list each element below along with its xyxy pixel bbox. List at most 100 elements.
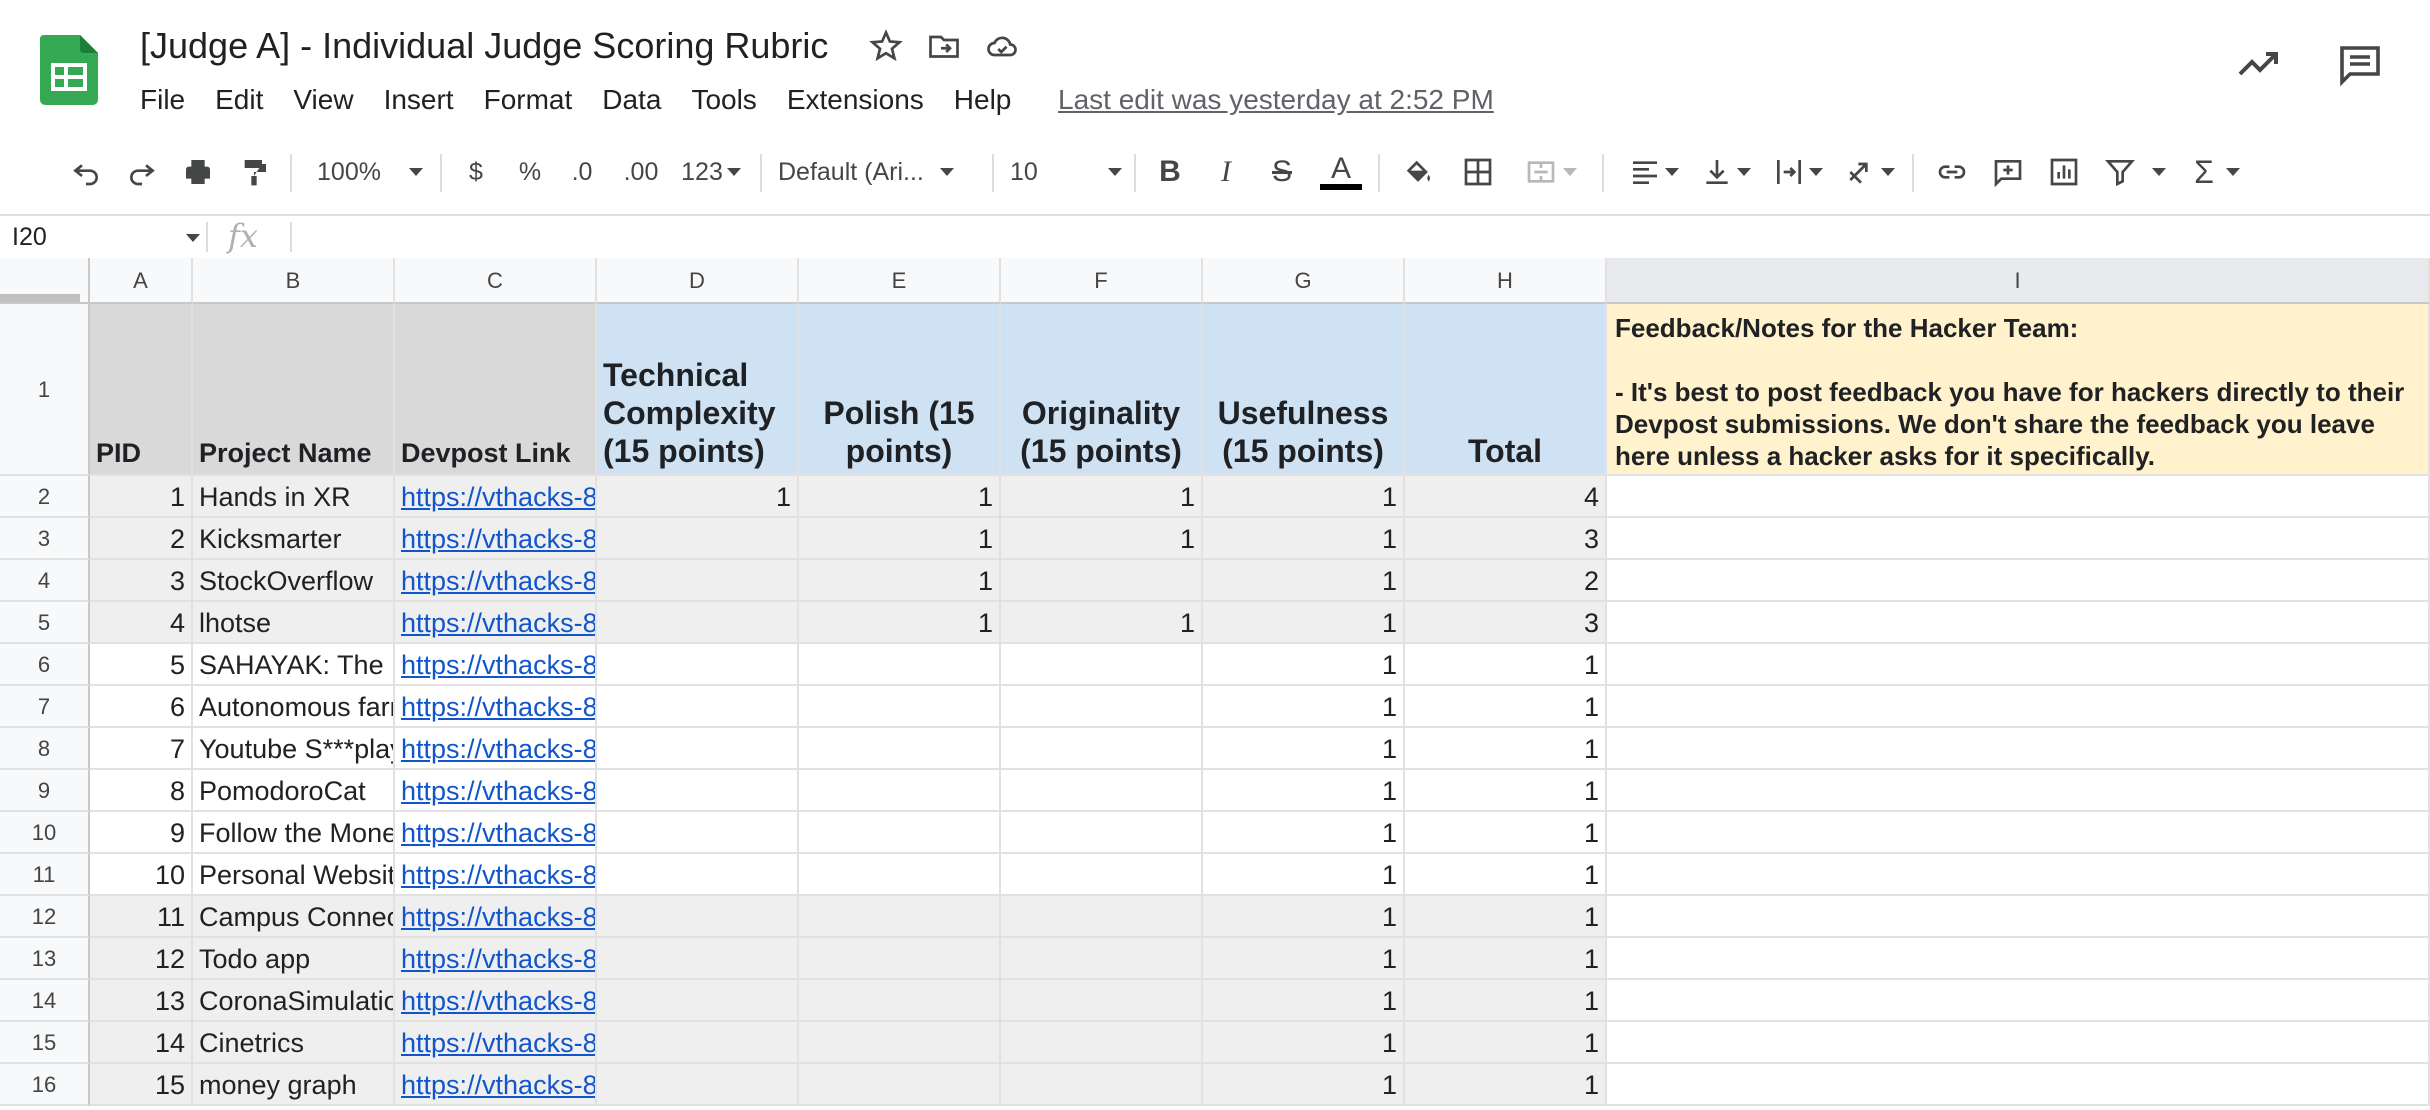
column-header-d[interactable]: D xyxy=(597,258,799,304)
devpost-link[interactable]: https://vthacks-8 xyxy=(401,692,595,722)
cell-a5[interactable]: 4 xyxy=(90,602,193,644)
cell-e8[interactable] xyxy=(799,728,1001,770)
cell-g8[interactable]: 1 xyxy=(1203,728,1405,770)
cell-g15[interactable]: 1 xyxy=(1203,1022,1405,1064)
select-all-corner[interactable] xyxy=(0,258,90,304)
cell-i11[interactable] xyxy=(1607,854,2430,896)
strikethrough-button[interactable]: S xyxy=(1262,140,1302,204)
cell-a10[interactable]: 9 xyxy=(90,812,193,854)
column-header-e[interactable]: E xyxy=(799,258,1001,304)
cell-c9[interactable]: https://vthacks-8 xyxy=(395,770,597,812)
text-wrapping-icon[interactable] xyxy=(1766,140,1830,204)
name-box-caret[interactable] xyxy=(186,234,200,242)
row-header-10[interactable]: 10 xyxy=(0,812,90,854)
menu-view[interactable]: View xyxy=(293,80,353,120)
row-header-12[interactable]: 12 xyxy=(0,896,90,938)
fill-color-icon[interactable] xyxy=(1396,140,1440,204)
print-icon[interactable] xyxy=(176,140,220,204)
menu-data[interactable]: Data xyxy=(602,80,661,120)
cell-d16[interactable] xyxy=(597,1064,799,1106)
cell-b6[interactable]: SAHAYAK: The I xyxy=(193,644,395,686)
cell-b12[interactable]: Campus Connec xyxy=(193,896,395,938)
percent-button[interactable]: % xyxy=(510,140,550,204)
cell-a14[interactable]: 13 xyxy=(90,980,193,1022)
cell-b11[interactable]: Personal Websit xyxy=(193,854,395,896)
row-header-6[interactable]: 6 xyxy=(0,644,90,686)
row-header-9[interactable]: 9 xyxy=(0,770,90,812)
cell-g2[interactable]: 1 xyxy=(1203,476,1405,518)
row-header-3[interactable]: 3 xyxy=(0,518,90,560)
cell-f11[interactable] xyxy=(1001,854,1203,896)
row-header-1[interactable]: 1 xyxy=(0,304,90,476)
cell-b16[interactable]: money graph xyxy=(193,1064,395,1106)
font-select[interactable]: Default (Ari... xyxy=(778,140,980,204)
cell-i16[interactable] xyxy=(1607,1064,2430,1106)
cell-h3[interactable]: 3 xyxy=(1405,518,1607,560)
cell-i12[interactable] xyxy=(1607,896,2430,938)
cell-f16[interactable] xyxy=(1001,1064,1203,1106)
cell-c6[interactable]: https://vthacks-8 xyxy=(395,644,597,686)
cell-e12[interactable] xyxy=(799,896,1001,938)
cell-d6[interactable] xyxy=(597,644,799,686)
cell-a13[interactable]: 12 xyxy=(90,938,193,980)
formula-input[interactable] xyxy=(300,220,2300,254)
cell-d10[interactable] xyxy=(597,812,799,854)
cell-b10[interactable]: Follow the Mone xyxy=(193,812,395,854)
devpost-link[interactable]: https://vthacks-8 xyxy=(401,818,595,848)
header-cell-pid[interactable]: PID xyxy=(90,304,193,476)
cell-c4[interactable]: https://vthacks-8 xyxy=(395,560,597,602)
row-header-13[interactable]: 13 xyxy=(0,938,90,980)
cell-e11[interactable] xyxy=(799,854,1001,896)
devpost-link[interactable]: https://vthacks-8 xyxy=(401,1070,595,1100)
menu-edit[interactable]: Edit xyxy=(215,80,263,120)
cell-a3[interactable]: 2 xyxy=(90,518,193,560)
sheets-logo-icon[interactable] xyxy=(40,35,98,105)
cell-d5[interactable] xyxy=(597,602,799,644)
cell-d2[interactable]: 1 xyxy=(597,476,799,518)
header-cell-total[interactable]: Total xyxy=(1405,304,1607,476)
cell-g4[interactable]: 1 xyxy=(1203,560,1405,602)
header-cell-originality[interactable]: Originality (15 points) xyxy=(1001,304,1203,476)
cell-g14[interactable]: 1 xyxy=(1203,980,1405,1022)
cell-e2[interactable]: 1 xyxy=(799,476,1001,518)
cell-g3[interactable]: 1 xyxy=(1203,518,1405,560)
undo-icon[interactable] xyxy=(64,140,108,204)
filter-icon[interactable] xyxy=(2098,140,2172,204)
devpost-link[interactable]: https://vthacks-8 xyxy=(401,734,595,764)
devpost-link[interactable]: https://vthacks-8 xyxy=(401,608,595,638)
cell-h11[interactable]: 1 xyxy=(1405,854,1607,896)
cell-i13[interactable] xyxy=(1607,938,2430,980)
cell-a12[interactable]: 11 xyxy=(90,896,193,938)
cell-a2[interactable]: 1 xyxy=(90,476,193,518)
cell-f15[interactable] xyxy=(1001,1022,1203,1064)
cell-c13[interactable]: https://vthacks-8 xyxy=(395,938,597,980)
functions-button[interactable]: Σ xyxy=(2180,140,2254,204)
cell-d14[interactable] xyxy=(597,980,799,1022)
cell-f10[interactable] xyxy=(1001,812,1203,854)
cell-e13[interactable] xyxy=(799,938,1001,980)
cell-d13[interactable] xyxy=(597,938,799,980)
cell-g12[interactable]: 1 xyxy=(1203,896,1405,938)
cell-e5[interactable]: 1 xyxy=(799,602,1001,644)
devpost-link[interactable]: https://vthacks-8 xyxy=(401,860,595,890)
cell-g11[interactable]: 1 xyxy=(1203,854,1405,896)
activity-trend-icon[interactable] xyxy=(2234,40,2282,88)
cell-a7[interactable]: 6 xyxy=(90,686,193,728)
header-cell-polish[interactable]: Polish (15 points) xyxy=(799,304,1001,476)
cell-h4[interactable]: 2 xyxy=(1405,560,1607,602)
cell-c7[interactable]: https://vthacks-8 xyxy=(395,686,597,728)
cell-f13[interactable] xyxy=(1001,938,1203,980)
cell-h2[interactable]: 4 xyxy=(1405,476,1607,518)
cell-a8[interactable]: 7 xyxy=(90,728,193,770)
menu-help[interactable]: Help xyxy=(954,80,1012,120)
row-header-7[interactable]: 7 xyxy=(0,686,90,728)
name-box[interactable]: I20 xyxy=(12,220,47,254)
cell-h14[interactable]: 1 xyxy=(1405,980,1607,1022)
cell-i8[interactable] xyxy=(1607,728,2430,770)
devpost-link[interactable]: https://vthacks-8 xyxy=(401,944,595,974)
cell-i2[interactable] xyxy=(1607,476,2430,518)
cell-i5[interactable] xyxy=(1607,602,2430,644)
cell-b9[interactable]: PomodoroCat xyxy=(193,770,395,812)
header-cell-usefulness[interactable]: Usefulness (15 points) xyxy=(1203,304,1405,476)
cell-b13[interactable]: Todo app xyxy=(193,938,395,980)
